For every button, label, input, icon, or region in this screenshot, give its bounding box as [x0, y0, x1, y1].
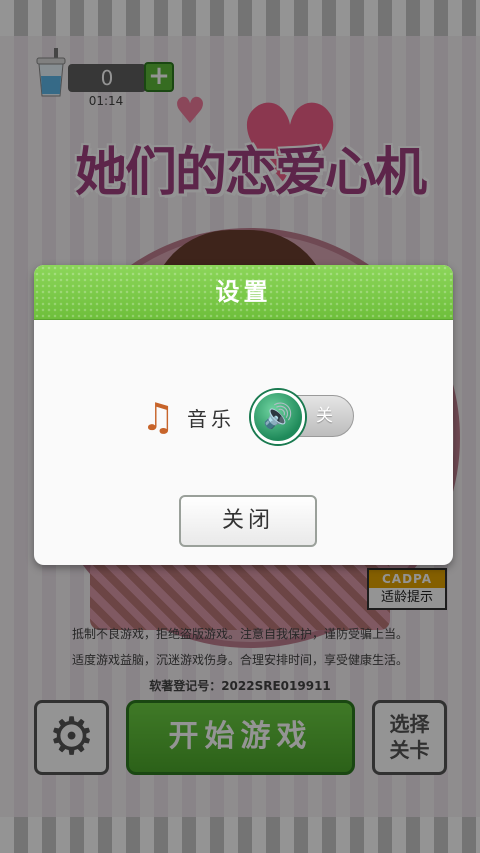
- music-toggle[interactable]: 关 🔊: [251, 390, 354, 444]
- toggle-state-label: 关: [316, 406, 333, 426]
- settings-dialog: 设置 ♫ 音乐 关 🔊 关闭: [34, 265, 453, 565]
- close-button[interactable]: 关闭: [179, 495, 317, 547]
- dialog-title: 设置: [34, 265, 453, 320]
- speaker-icon: 🔊: [251, 390, 305, 444]
- music-label: 音乐: [187, 407, 235, 431]
- music-note-icon: ♫: [141, 395, 176, 439]
